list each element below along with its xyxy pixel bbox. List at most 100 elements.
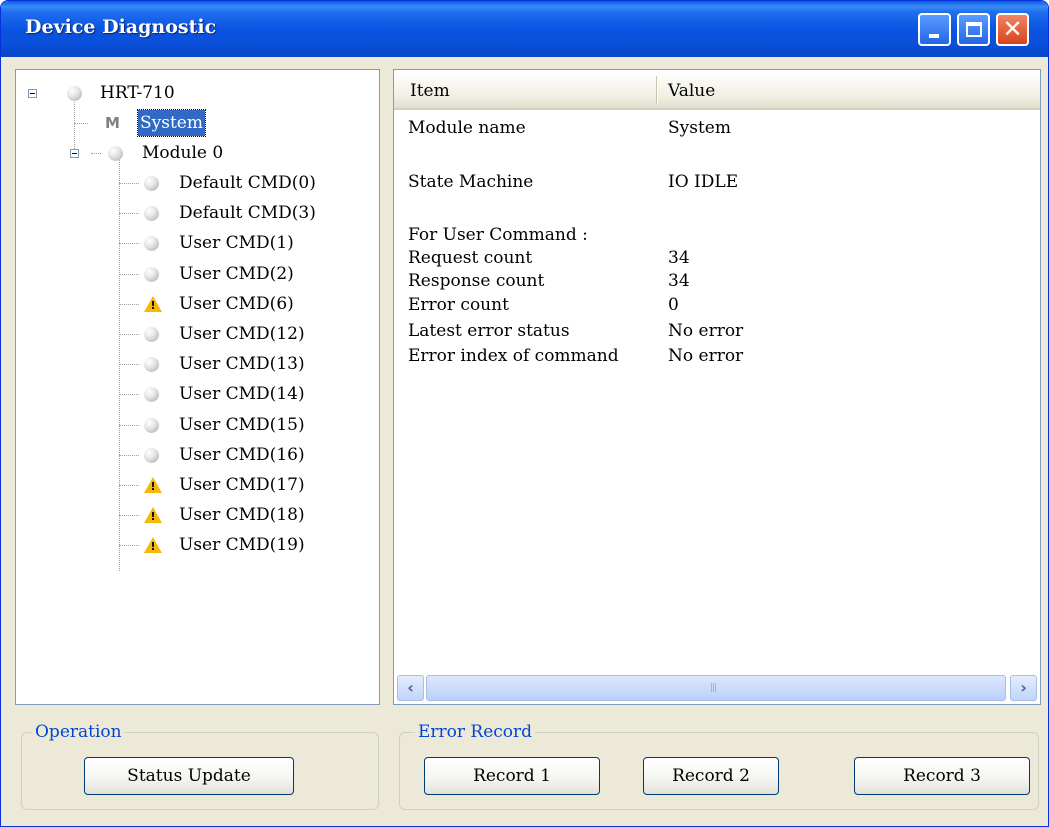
warning-mark: ! [150,299,156,312]
details-list[interactable]: Item Value Module name System State Machin… [393,69,1041,705]
record-2-button[interactable]: Record 2 [643,757,779,795]
detail-value-cell: System [668,118,731,138]
status-bulb-icon [144,327,159,342]
detail-item-cell: Request count [408,248,533,268]
tree-node-system[interactable]: M System [16,108,316,138]
tree-connector [119,213,139,214]
operation-legend: Operation [32,721,125,743]
collapse-icon[interactable] [70,149,79,158]
title-bar[interactable]: Device Diagnostic ✕ [1,1,1048,57]
tree-node-command[interactable]: User CMD(12) [16,319,346,349]
tree-connector [119,425,139,426]
column-separator[interactable] [656,76,657,104]
tree-node-command[interactable]: User CMD(16) [16,440,346,470]
tree-connector [119,364,139,365]
column-header-value[interactable]: Value [668,70,715,112]
status-bulb-icon [144,267,159,282]
tree-node-label: User CMD(17) [179,475,305,495]
tree-node-label: User CMD(6) [179,294,294,314]
detail-item-cell: Error count [408,295,509,315]
tree-connector [119,485,139,486]
tree-node-command[interactable]: User CMD(13) [16,349,346,379]
warning-mark: ! [150,540,156,553]
chevron-right-icon: › [1020,678,1027,697]
scroll-right-button[interactable]: › [1010,675,1037,701]
detail-item-cell: State Machine [408,172,534,192]
tree-node-command[interactable]: Default CMD(0) [16,168,346,198]
collapse-icon[interactable] [28,89,37,98]
error-record-group: Error Record Record 1 Record 2 Record 3 [399,721,1039,810]
tree-node-label: System [137,109,206,137]
detail-value-cell: IO IDLE [668,172,739,192]
warning-mark: ! [150,480,156,493]
detail-value-cell: 34 [668,271,690,291]
maximize-icon [966,22,982,37]
record-1-button[interactable]: Record 1 [424,757,600,795]
horizontal-scrollbar[interactable]: ‹ ||| › [396,674,1038,702]
close-button[interactable]: ✕ [996,13,1029,46]
detail-item-cell: Latest error status [408,321,570,341]
detail-value-cell: No error [668,346,744,366]
tree-node-command[interactable]: User CMD(15) [16,410,346,440]
tree-connector [119,455,139,456]
status-bulb-icon [144,448,159,463]
status-bulb-icon [108,146,123,161]
device-tree[interactable]: HRT-710 M System Module 0 Default CMD(0)… [15,69,380,705]
tree-node-command[interactable]: ! User CMD(6) [16,289,346,319]
detail-value-cell: 34 [668,248,690,268]
minimize-button[interactable] [918,13,951,46]
tree-node-command[interactable]: User CMD(14) [16,379,346,409]
operation-group: Operation Status Update [21,721,379,810]
tree-node-label: User CMD(13) [179,354,305,374]
error-record-legend: Error Record [415,721,536,743]
tree-node-command[interactable]: ! User CMD(18) [16,500,346,530]
status-bulb-icon [144,206,159,221]
tree-node-command[interactable]: ! User CMD(17) [16,470,346,500]
scrollbar-thumb[interactable]: ||| [426,675,1006,701]
grip-icon: ||| [710,683,717,693]
tree-node-label: User CMD(16) [179,445,305,465]
module-m-icon: M [105,114,120,132]
close-icon: ✕ [1002,15,1023,43]
tree-node-label: User CMD(18) [179,505,305,525]
status-bulb-icon [144,176,159,191]
tree-node-label: User CMD(1) [179,233,294,253]
window-title: Device Diagnostic [25,16,217,38]
detail-item-cell: Module name [408,118,526,138]
tree-node-command[interactable]: User CMD(2) [16,259,346,289]
tree-connector [119,545,139,546]
detail-item-cell: Error index of command [408,346,619,366]
status-update-button[interactable]: Status Update [84,757,294,795]
detail-item-cell: Response count [408,271,545,291]
detail-value-cell: No error [668,321,744,341]
tree-connector [119,515,139,516]
tree-node-label: Module 0 [142,143,224,163]
tree-node-command[interactable]: Default CMD(3) [16,198,346,228]
tree-node-label: User CMD(14) [179,384,305,404]
record-3-button[interactable]: Record 3 [854,757,1030,795]
maximize-button[interactable] [957,13,990,46]
tree-node-label: User CMD(19) [179,535,305,555]
tree-node-label: Default CMD(3) [179,203,316,223]
column-header-item[interactable]: Item [410,70,450,112]
tree-node-command[interactable]: User CMD(1) [16,228,346,258]
tree-node-label: HRT-710 [100,83,175,103]
device-diagnostic-window: Device Diagnostic ✕ HRT-710 M System Mod… [0,0,1049,827]
tree-node-root[interactable]: HRT-710 [16,78,316,108]
tree-node-label: User CMD(15) [179,415,305,435]
tree-node-label: User CMD(12) [179,324,305,344]
scroll-left-button[interactable]: ‹ [397,675,424,701]
tree-connector [119,243,139,244]
detail-item-cell: For User Command : [408,225,588,245]
tree-connector [119,274,139,275]
chevron-left-icon: ‹ [407,678,414,697]
detail-value-cell: 0 [668,295,679,315]
tree-node-command[interactable]: ! User CMD(19) [16,530,346,560]
tree-node-label: Default CMD(0) [179,173,316,193]
tree-node-module[interactable]: Module 0 [16,138,316,168]
status-bulb-icon [144,418,159,433]
tree-connector [119,394,139,395]
tree-connector [119,183,139,184]
tree-connector [119,304,139,305]
status-bulb-icon [67,86,82,101]
